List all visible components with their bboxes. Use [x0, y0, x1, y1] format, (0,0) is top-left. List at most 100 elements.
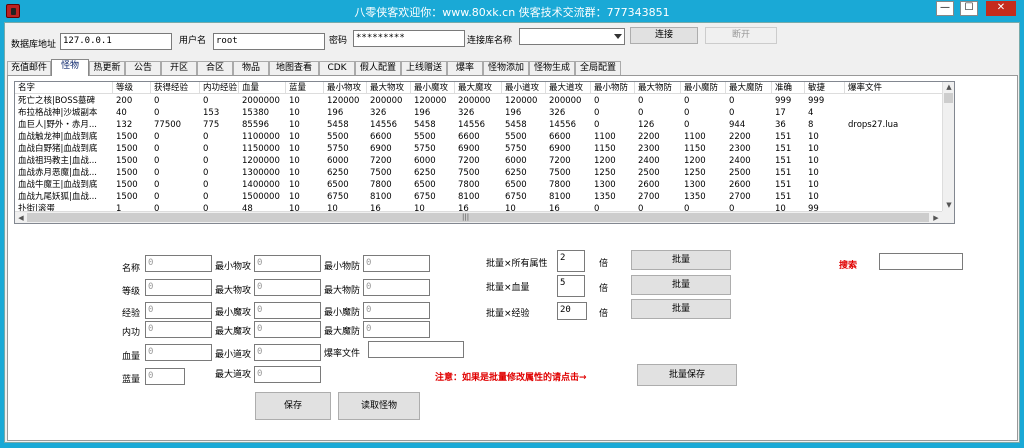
column-header[interactable]: 最大道攻 — [546, 82, 591, 94]
batch-save-button[interactable]: 批量保存 — [637, 364, 737, 386]
tab-global-config[interactable]: 全局配置 — [575, 61, 621, 75]
min-mdef-input[interactable]: 0 — [363, 302, 430, 319]
max-pdef-input[interactable]: 0 — [363, 279, 430, 296]
min-patk-input[interactable]: 0 — [254, 255, 321, 272]
minimize-button[interactable]: — — [936, 1, 954, 16]
table-cell — [845, 203, 943, 211]
column-header[interactable]: 敏捷 — [805, 82, 845, 94]
mp-input[interactable]: 0 — [145, 368, 185, 385]
db-address-input[interactable]: 127.0.0.1 — [60, 33, 172, 50]
batch-hp-button[interactable]: 批量 — [631, 275, 731, 295]
tab-map-view[interactable]: 地图查看 — [269, 61, 319, 75]
table-row[interactable]: 血巨人|野外・赤月... 132 77500 775 85596 10 5458 14556 5… — [15, 119, 943, 131]
close-button[interactable]: ✕ — [986, 1, 1016, 16]
scroll-up-icon[interactable]: ▲ — [943, 82, 954, 92]
table-cell: 6750 — [505, 192, 527, 202]
search-input[interactable] — [879, 253, 963, 270]
maximize-button[interactable]: ☐ — [960, 1, 978, 16]
table-cell — [845, 131, 943, 143]
tab-merge-server[interactable]: 合区 — [197, 61, 233, 75]
min-matk-input[interactable]: 0 — [254, 302, 321, 319]
title-bar[interactable]: 八零侠客欢迎你：www.80xk.cn 侠客技术交流群：777343851 — … — [0, 0, 1024, 22]
batch-exp-input[interactable]: 20 — [557, 302, 587, 320]
table-row[interactable]: 血战祖玛教主|血战... 1500 0 0 1200000 10 6000 7200 6000 7… — [15, 155, 943, 167]
batch-all-input[interactable]: 2 — [557, 250, 585, 272]
column-header[interactable]: 血量 — [239, 82, 286, 94]
tab-open-server[interactable]: 开区 — [161, 61, 197, 75]
column-header[interactable]: 最大物攻 — [367, 82, 411, 94]
min-pdef-input[interactable]: 0 — [363, 255, 430, 272]
tab-add-monster[interactable]: 怪物添加 — [483, 61, 529, 75]
column-header[interactable]: 等级 — [113, 82, 151, 94]
column-header[interactable]: 最小物防 — [591, 82, 635, 94]
column-header[interactable]: 最小道攻 — [502, 82, 546, 94]
inner-input[interactable]: 0 — [145, 321, 212, 338]
name-input[interactable]: 0 — [145, 255, 212, 272]
monster-table[interactable]: 名字 等级 获得经验 内功经验 血量 蓝量 最小物攻 最大物攻 最小魔攻 最大魔攻 最小道攻 最大道攻… — [14, 81, 955, 224]
table-row[interactable]: 扑街|滚蛋 1 0 0 48 10 10 16 10 16 10 16 0 0 0 0 10 99 — [15, 203, 943, 211]
table-cell: 200000 — [458, 96, 491, 106]
column-header[interactable]: 最大魔防 — [726, 82, 772, 94]
column-header[interactable]: 最大物防 — [635, 82, 681, 94]
scroll-left-icon[interactable]: ◀ — [15, 213, 27, 223]
horizontal-scroll-thumb[interactable] — [27, 213, 929, 222]
table-row[interactable]: 血战九尾妖狐|血战... 1500 0 0 1500000 10 6750 8100 6750 8… — [15, 191, 943, 203]
table-row[interactable]: 布拉格战神|沙城副本 40 0 153 15380 10 196 326 196 326 196 32… — [15, 107, 943, 119]
table-row[interactable]: 血战牛魔王|血战到底 1500 0 0 1400000 10 6500 7800 6500 780… — [15, 179, 943, 191]
dbname-select[interactable] — [519, 28, 625, 45]
password-input[interactable]: ********* — [353, 30, 465, 47]
vertical-scroll-thumb[interactable] — [944, 93, 953, 103]
column-header[interactable]: 最小物攻 — [324, 82, 367, 94]
max-datk-input[interactable]: 0 — [254, 366, 321, 383]
table-cell: 2700 — [729, 192, 751, 202]
save-button[interactable]: 保存 — [255, 392, 331, 420]
exp-input[interactable]: 0 — [145, 302, 212, 319]
vertical-scrollbar[interactable]: ▲ ▼ — [942, 82, 954, 211]
table-row[interactable]: 血战白野猪|血战到底 1500 0 0 1150000 10 5750 6900 5750 690… — [15, 143, 943, 155]
tab-cdk[interactable]: CDK — [319, 61, 355, 75]
table-cell: 153 — [203, 108, 220, 118]
table-cell: 0 — [684, 96, 690, 106]
max-patk-input[interactable]: 0 — [254, 279, 321, 296]
drop-file-input[interactable] — [368, 341, 464, 358]
column-header[interactable]: 爆率文件 — [845, 82, 943, 94]
connect-button[interactable]: 连接 — [630, 27, 698, 44]
table-row[interactable]: 血战触龙神|血战到底 1500 0 0 1100000 10 5500 6600 5500 660… — [15, 131, 943, 143]
column-header[interactable]: 准确 — [772, 82, 805, 94]
column-header[interactable]: 获得经验 — [151, 82, 200, 94]
tab-recharge-mail[interactable]: 充值邮件 — [7, 61, 51, 75]
username-input[interactable]: root — [213, 33, 325, 50]
column-header[interactable]: 名字 — [15, 82, 113, 94]
tab-monster[interactable]: 怪物 — [51, 59, 89, 76]
batch-all-button[interactable]: 批量 — [631, 250, 731, 270]
table-cell: 151 — [775, 156, 792, 166]
max-matk-input[interactable]: 0 — [254, 321, 321, 338]
tab-hot-update[interactable]: 热更新 — [89, 61, 125, 75]
min-datk-input[interactable]: 0 — [254, 344, 321, 361]
tab-announcement[interactable]: 公告 — [125, 61, 161, 75]
tab-spawn-monster[interactable]: 怪物生成 — [529, 61, 575, 75]
column-header[interactable]: 最大魔攻 — [455, 82, 502, 94]
table-row[interactable]: 血战赤月恶魔|血战... 1500 0 0 1300000 10 6250 7500 6250 7… — [15, 167, 943, 179]
scroll-right-icon[interactable]: ▶ — [930, 213, 942, 223]
table-cell: 6900 — [458, 144, 480, 154]
tab-bot-config[interactable]: 假人配置 — [355, 61, 401, 75]
level-input[interactable]: 0 — [145, 279, 212, 296]
column-header[interactable]: 最小魔攻 — [411, 82, 455, 94]
column-header[interactable]: 最小魔防 — [681, 82, 726, 94]
scroll-down-icon[interactable]: ▼ — [943, 200, 954, 210]
column-header[interactable]: 蓝量 — [286, 82, 324, 94]
tab-items[interactable]: 物品 — [233, 61, 269, 75]
max-mdef-input[interactable]: 0 — [363, 321, 430, 338]
horizontal-scrollbar[interactable]: ◀ ||| ▶ — [15, 211, 943, 223]
table-row[interactable]: 死亡之核|BOSS墓碑 200 0 0 2000000 10 120000 200000 120… — [15, 95, 943, 107]
tab-login-gift[interactable]: 上线赠送 — [401, 61, 447, 75]
hp-input[interactable]: 0 — [145, 344, 212, 361]
read-monster-button[interactable]: 读取怪物 — [338, 392, 420, 420]
disconnect-button[interactable]: 断开 — [705, 27, 777, 44]
batch-exp-button[interactable]: 批量 — [631, 299, 731, 319]
tab-drop-rate[interactable]: 爆率 — [447, 61, 483, 75]
table-cell: 151 — [775, 132, 792, 142]
column-header[interactable]: 内功经验 — [200, 82, 239, 94]
batch-hp-input[interactable]: 5 — [557, 275, 585, 297]
